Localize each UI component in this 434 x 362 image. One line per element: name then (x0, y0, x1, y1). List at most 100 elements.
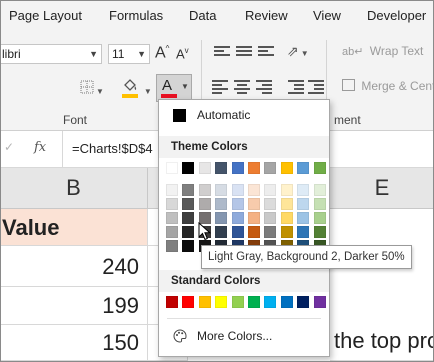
theme-color-swatch[interactable] (231, 162, 244, 174)
cell-value-1[interactable]: 240 (0, 246, 148, 287)
theme-shade-swatch[interactable] (297, 212, 310, 224)
standard-color-swatch[interactable] (182, 296, 195, 308)
theme-shade-swatch[interactable] (231, 212, 244, 224)
standard-color-swatch[interactable] (231, 296, 244, 308)
theme-shade-swatch[interactable] (280, 226, 293, 238)
theme-shade-swatch[interactable] (248, 184, 260, 196)
cell-value-2[interactable]: 199 (0, 287, 148, 325)
column-header-b[interactable]: B (0, 168, 148, 208)
theme-shade-swatch[interactable] (248, 198, 260, 210)
tab-review[interactable]: Review (245, 8, 288, 23)
check-icon[interactable]: ✓ (4, 140, 14, 154)
theme-color-swatch[interactable] (198, 162, 211, 174)
automatic-swatch (173, 109, 186, 122)
standard-color-swatch[interactable] (198, 296, 211, 308)
theme-color-swatch[interactable] (166, 162, 178, 174)
theme-shade-swatch[interactable] (215, 198, 228, 210)
theme-shade-swatch[interactable] (182, 184, 195, 196)
tab-formulas[interactable]: Formulas (109, 8, 163, 23)
theme-shade-swatch[interactable] (297, 198, 310, 210)
increase-indent-icon[interactable] (308, 80, 324, 94)
theme-shade-swatch[interactable] (166, 184, 178, 196)
align-center-icon[interactable] (234, 80, 250, 94)
column-header-e[interactable]: E (330, 168, 434, 208)
theme-shade-swatch[interactable] (313, 184, 326, 196)
align-left-icon[interactable] (212, 80, 228, 94)
theme-color-swatch[interactable] (248, 162, 260, 174)
theme-shade-swatch[interactable] (264, 212, 277, 224)
standard-color-swatch[interactable] (313, 296, 326, 308)
theme-shade-swatch[interactable] (297, 184, 310, 196)
theme-shade-swatch[interactable] (264, 184, 277, 196)
theme-shade-swatch[interactable] (280, 212, 293, 224)
theme-color-swatch[interactable] (215, 162, 228, 174)
theme-shade-swatch[interactable] (313, 226, 326, 238)
theme-color-swatch[interactable] (264, 162, 277, 174)
theme-shade-swatch[interactable] (182, 240, 195, 252)
theme-shade-swatch[interactable] (215, 184, 228, 196)
middle-align-icon[interactable] (236, 46, 252, 58)
standard-color-swatch[interactable] (248, 296, 260, 308)
formula-input[interactable]: =Charts!$D$4 (72, 141, 153, 156)
theme-shade-swatch[interactable] (231, 226, 244, 238)
chevron-down-icon[interactable]: ▼ (181, 82, 189, 91)
standard-color-swatch[interactable] (215, 296, 228, 308)
theme-color-swatch[interactable] (297, 162, 310, 174)
theme-shade-swatch[interactable] (248, 226, 260, 238)
standard-color-swatch[interactable] (264, 296, 277, 308)
theme-shade-swatch[interactable] (166, 226, 178, 238)
theme-shade-swatch[interactable] (280, 198, 293, 210)
decrease-indent-icon[interactable] (288, 80, 304, 94)
orientation-button[interactable]: ⇗ ▼ (287, 43, 309, 60)
bottom-align-icon[interactable] (258, 46, 274, 58)
automatic-color-item[interactable]: Automatic (159, 102, 329, 128)
wrap-text-label: Wrap Text (369, 44, 424, 58)
standard-color-swatch[interactable] (166, 296, 178, 308)
theme-shade-swatch[interactable] (215, 226, 228, 238)
theme-shade-swatch[interactable] (166, 212, 178, 224)
align-right-icon[interactable] (256, 80, 272, 94)
theme-shade-swatch[interactable] (231, 184, 244, 196)
top-align-icon[interactable] (214, 46, 230, 58)
tab-page-layout[interactable]: Page Layout (9, 8, 82, 23)
theme-shade-swatch[interactable] (297, 226, 310, 238)
standard-color-swatch[interactable] (297, 296, 310, 308)
theme-shade-swatch[interactable] (182, 226, 195, 238)
standard-color-swatch[interactable] (280, 296, 293, 308)
theme-shade-swatch[interactable] (313, 198, 326, 210)
more-colors-item[interactable]: More Colors... (159, 323, 329, 349)
cell-b-header[interactable]: Value (0, 209, 148, 246)
increase-font-size-button[interactable]: A^ (155, 44, 169, 62)
font-size-box[interactable]: 11 ▼ (108, 44, 150, 64)
borders-button[interactable]: ▼ (80, 80, 104, 97)
merge-center-button[interactable]: Merge & Cent (342, 79, 434, 93)
chevron-down-icon[interactable]: ▼ (89, 45, 98, 63)
font-color-button[interactable]: A ▼ (156, 74, 192, 102)
theme-shade-swatch[interactable] (264, 226, 277, 238)
tab-data[interactable]: Data (189, 8, 216, 23)
theme-shade-swatch[interactable] (264, 198, 277, 210)
insert-function-button[interactable]: fx (34, 140, 46, 155)
theme-shade-swatch[interactable] (231, 198, 244, 210)
theme-shade-swatch[interactable] (182, 212, 195, 224)
chevron-down-icon[interactable]: ▼ (137, 45, 146, 63)
tab-view[interactable]: View (313, 8, 341, 23)
font-name-box[interactable]: libri ▼ (0, 44, 102, 64)
cell-value-3[interactable]: 150 (0, 325, 148, 361)
theme-shade-swatch[interactable] (248, 212, 260, 224)
wrap-text-button[interactable]: ab↵ Wrap Text (342, 44, 423, 58)
theme-shade-swatch[interactable] (198, 198, 211, 210)
tab-developer[interactable]: Developer (367, 8, 426, 23)
theme-shade-swatch[interactable] (182, 198, 195, 210)
theme-shade-swatch[interactable] (166, 240, 178, 252)
theme-shade-swatch[interactable] (280, 184, 293, 196)
theme-shade-swatch[interactable] (215, 212, 228, 224)
decrease-font-size-button[interactable]: Av (176, 46, 189, 61)
theme-color-swatch[interactable] (280, 162, 293, 174)
theme-shade-swatch[interactable] (313, 212, 326, 224)
automatic-label: Automatic (197, 108, 251, 122)
theme-color-swatch[interactable] (182, 162, 195, 174)
theme-color-swatch[interactable] (313, 162, 326, 174)
theme-shade-swatch[interactable] (198, 184, 211, 196)
theme-shade-swatch[interactable] (166, 198, 178, 210)
